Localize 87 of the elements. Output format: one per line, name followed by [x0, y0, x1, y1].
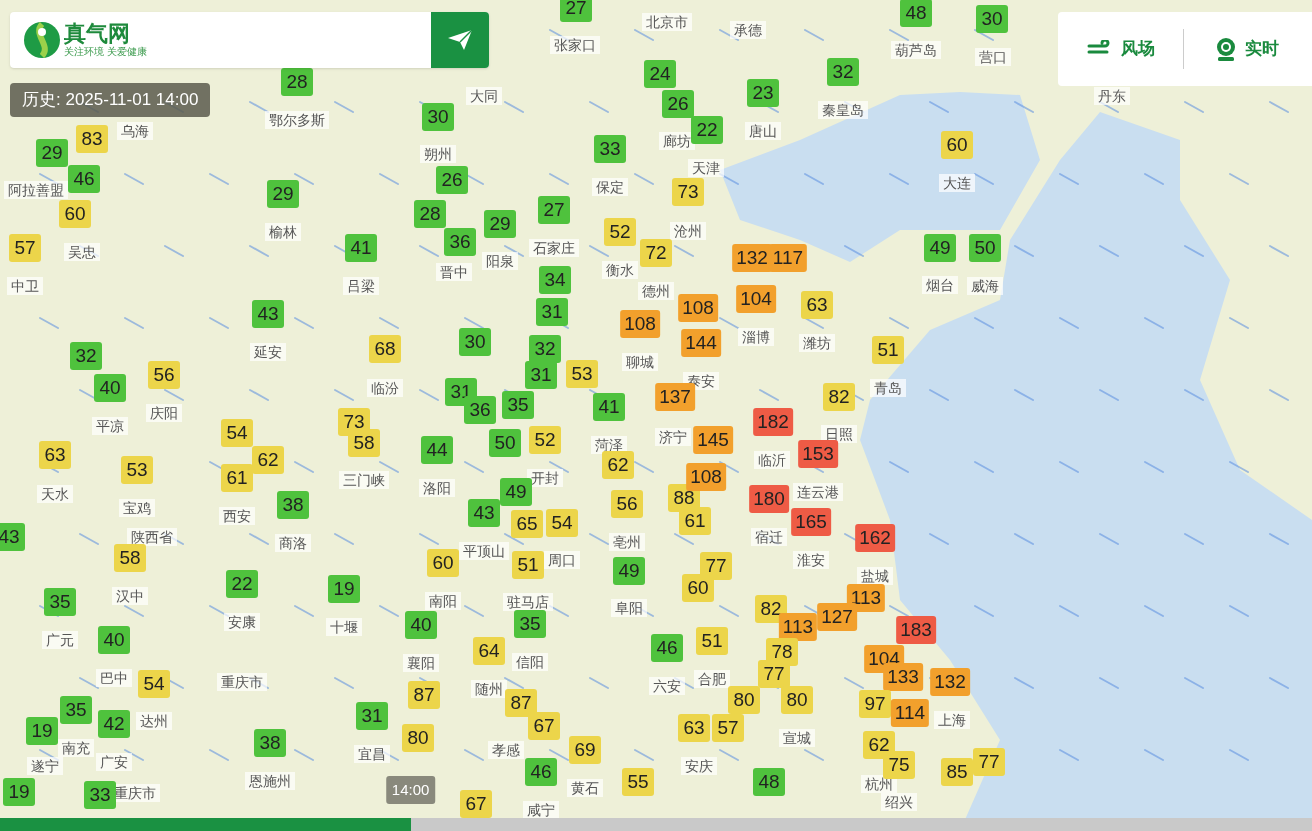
city-label: 驻马店 — [503, 593, 553, 611]
city-label: 黄石 — [567, 779, 603, 797]
logo-text: 真气网 — [64, 22, 131, 46]
city-label: 吕梁 — [343, 277, 379, 295]
city-label: 烟台 — [922, 276, 958, 294]
city-label: 延安 — [250, 343, 286, 361]
city-label: 三门峡 — [339, 471, 389, 489]
city-label: 威海 — [967, 277, 1003, 295]
city-label: 宣城 — [779, 729, 815, 747]
city-label: 廊坊 — [659, 132, 695, 150]
city-label: 聊城 — [622, 353, 658, 371]
city-label: 安庆 — [681, 757, 717, 775]
city-label: 乌海 — [117, 122, 153, 140]
city-label: 平顶山 — [459, 542, 509, 560]
city-label: 青岛 — [870, 379, 906, 397]
city-label: 亳州 — [609, 533, 645, 551]
city-label: 大同 — [466, 87, 502, 105]
city-label: 盐城 — [857, 567, 893, 585]
city-label: 中卫 — [7, 277, 43, 295]
city-label: 恩施州 — [245, 772, 295, 790]
city-label: 潍坊 — [799, 334, 835, 352]
city-label: 南阳 — [425, 592, 461, 610]
city-label: 绍兴 — [881, 793, 917, 811]
city-label: 营口 — [975, 48, 1011, 66]
city-label: 晋中 — [436, 263, 472, 281]
city-label: 十堰 — [326, 618, 362, 636]
city-label: 天津 — [688, 159, 724, 177]
city-label: 重庆市 — [217, 673, 267, 691]
city-label: 西安 — [219, 507, 255, 525]
city-label: 天水 — [37, 485, 73, 503]
city-label: 北京市 — [642, 13, 692, 31]
city-label: 遂宁 — [27, 757, 63, 775]
city-label: 合肥 — [694, 670, 730, 688]
city-label: 榆林 — [265, 223, 301, 241]
city-label: 连云港 — [793, 483, 843, 501]
city-label: 吴忠 — [64, 243, 100, 261]
city-label: 临沂 — [754, 451, 790, 469]
city-label: 宜昌 — [354, 745, 390, 763]
city-label: 孝感 — [488, 741, 524, 759]
city-label: 达州 — [136, 712, 172, 730]
city-label: 陕西省 — [127, 528, 177, 546]
city-label: 张家口 — [550, 36, 600, 54]
city-label: 六安 — [649, 677, 685, 695]
city-label: 秦皇岛 — [818, 101, 868, 119]
city-label: 葫芦岛 — [891, 41, 941, 59]
city-label: 安康 — [224, 613, 260, 631]
city-label: 信阳 — [512, 653, 548, 671]
city-label: 南充 — [58, 739, 94, 757]
city-label: 宿迁 — [751, 528, 787, 546]
city-label: 大连 — [939, 174, 975, 192]
city-label: 广元 — [42, 631, 78, 649]
city-label: 商洛 — [275, 534, 311, 552]
city-label: 唐山 — [745, 122, 781, 140]
city-label: 庆阳 — [146, 404, 182, 422]
logo-slogan: 关注环境 关爱健康 — [64, 46, 147, 58]
city-label: 宝鸡 — [119, 499, 155, 517]
city-label: 平凉 — [92, 417, 128, 435]
city-label: 石家庄 — [529, 239, 579, 257]
city-label: 淮安 — [793, 551, 829, 569]
city-label: 上海 — [934, 711, 970, 729]
history-time-badge: 历史: 2025-11-01 14:00 — [10, 83, 211, 117]
city-label: 随州 — [471, 680, 507, 698]
city-label: 杭州 — [861, 775, 897, 793]
time-tooltip: 14:00 — [385, 776, 436, 804]
city-label: 丹东 — [1094, 87, 1130, 105]
city-label: 保定 — [592, 178, 628, 196]
city-label: 襄阳 — [403, 654, 439, 672]
city-label: 阜阳 — [611, 599, 647, 617]
city-label: 淄博 — [738, 328, 774, 346]
city-label: 周口 — [544, 551, 580, 569]
city-label: 承德 — [730, 21, 766, 39]
city-label: 咸宁 — [523, 801, 559, 819]
city-label: 洛阳 — [419, 479, 455, 497]
city-label: 朔州 — [420, 145, 456, 163]
city-label: 广安 — [96, 753, 132, 771]
city-label: 沧州 — [670, 222, 706, 240]
city-label: 鄂尔多斯 — [265, 111, 329, 129]
city-label: 德州 — [638, 282, 674, 300]
city-label: 汉中 — [112, 587, 148, 605]
city-label: 临汾 — [367, 379, 403, 397]
city-label: 开封 — [527, 469, 563, 487]
city-label: 衡水 — [602, 261, 638, 279]
city-label: 阿拉善盟 — [4, 181, 68, 199]
city-label: 阳泉 — [482, 252, 518, 270]
city-label: 济宁 — [655, 428, 691, 446]
city-label: 日照 — [821, 425, 857, 443]
city-label: 巴中 — [96, 669, 132, 687]
